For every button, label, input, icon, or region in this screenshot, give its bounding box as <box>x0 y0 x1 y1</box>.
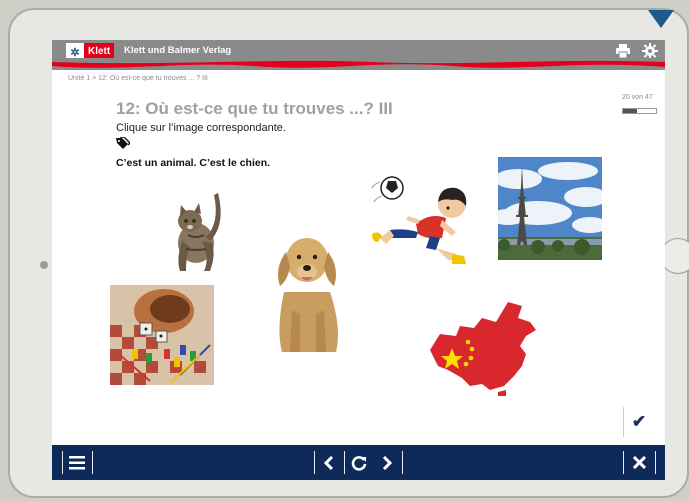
chevron-left-icon[interactable] <box>316 449 342 476</box>
check-answer-button[interactable]: ✔ <box>623 407 654 437</box>
football-boy-image[interactable] <box>370 176 474 272</box>
exercise-title: 12: Où est-ce que tu trouves ...? III <box>116 99 393 118</box>
chevron-right-icon[interactable] <box>374 449 400 476</box>
header-wave-decoration <box>52 58 665 68</box>
toolbar-separator <box>62 451 63 474</box>
progress-bar <box>622 108 657 114</box>
eiffel-tower-image[interactable] <box>498 157 602 260</box>
tablet-camera <box>40 261 48 269</box>
audio-prompt-text: C’est un animal. C’est le chien. <box>116 157 271 169</box>
toolbar-separator <box>344 451 345 474</box>
board-game-image[interactable] <box>110 285 214 385</box>
instruction-text: Clique sur l’image correspondante. <box>116 122 286 134</box>
app-screen: ✲ Klett Klett und Balmer Verlag Unité 1 … <box>52 40 665 480</box>
toolbar-separator <box>314 451 315 474</box>
china-map-image[interactable] <box>426 300 540 396</box>
progress-counter: 20 von 47 <box>622 94 653 101</box>
toolbar-separator <box>623 451 624 474</box>
toolbar-separator <box>92 451 93 474</box>
breadcrumb[interactable]: Unité 1 > 12: Où est-ce que tu trouves .… <box>68 75 208 82</box>
menu-icon[interactable] <box>64 449 90 476</box>
bottom-toolbar <box>52 445 665 480</box>
dog-image[interactable] <box>268 230 348 356</box>
corner-marker <box>648 10 674 28</box>
publisher-name: Klett und Balmer Verlag <box>124 45 232 56</box>
cat-image[interactable] <box>166 185 228 273</box>
close-icon[interactable] <box>626 449 652 476</box>
toolbar-separator <box>402 451 403 474</box>
tag-icon[interactable] <box>116 137 130 149</box>
reload-icon[interactable] <box>346 449 372 476</box>
toolbar-separator <box>655 451 656 474</box>
